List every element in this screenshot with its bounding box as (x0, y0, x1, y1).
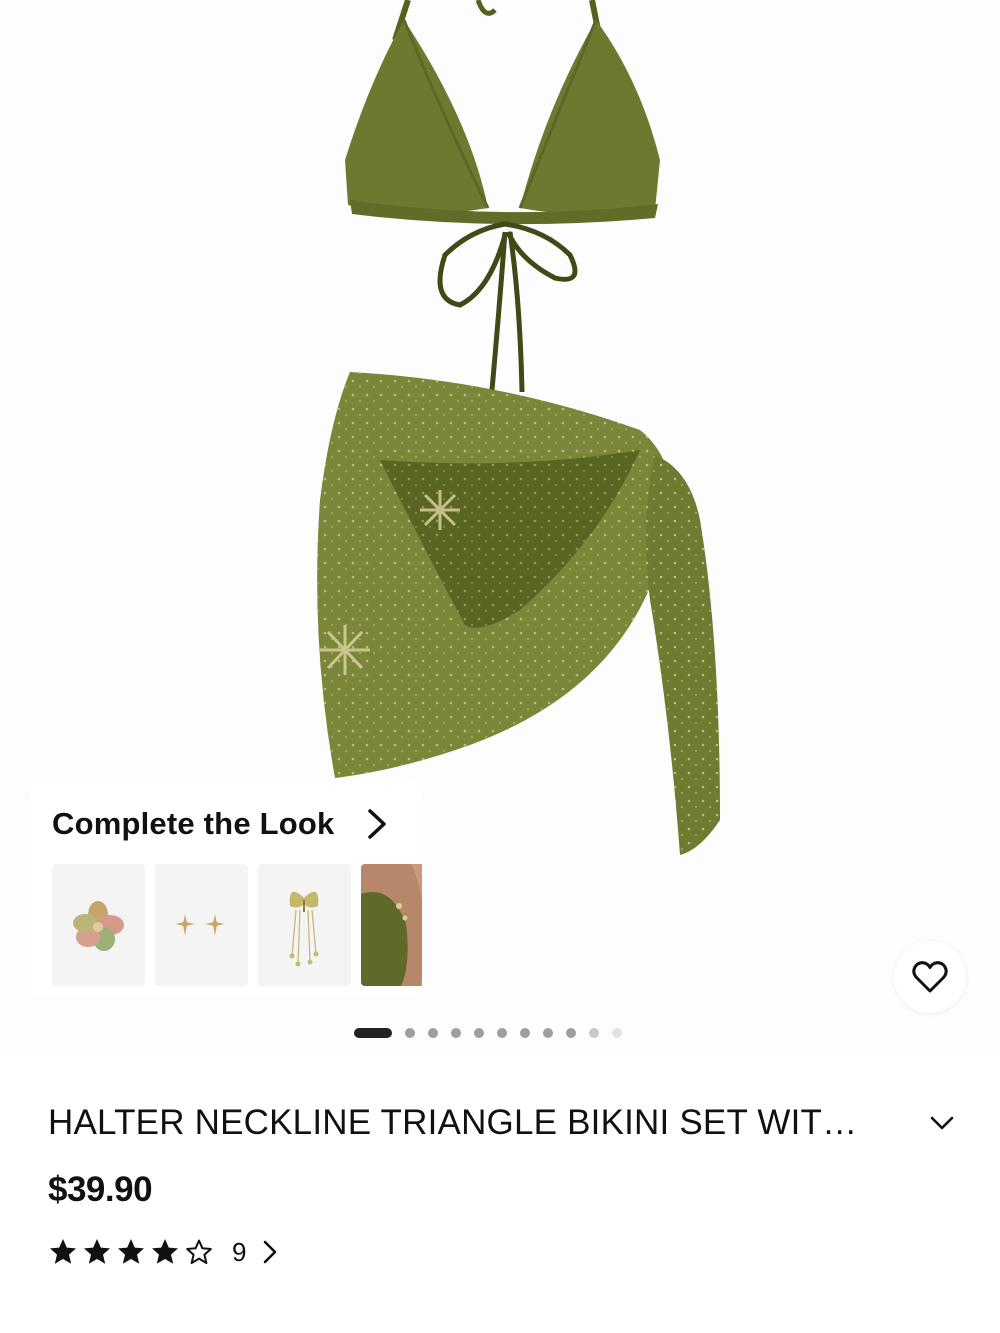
carousel-dot[interactable] (566, 1028, 576, 1038)
star-filled-icon (152, 1239, 178, 1264)
thumbnail-flower-hair-clip[interactable] (52, 864, 145, 986)
complete-the-look-thumbnails (52, 864, 422, 986)
carousel-dot[interactable] (474, 1028, 484, 1038)
carousel-dot[interactable] (589, 1028, 599, 1038)
carousel-dot[interactable] (543, 1028, 553, 1038)
flower-clip-icon (73, 901, 124, 951)
review-count: 9 (232, 1236, 247, 1267)
chevron-down-icon (930, 1116, 954, 1130)
carousel-dot[interactable] (428, 1028, 438, 1038)
carousel-dot[interactable] (405, 1028, 415, 1038)
product-info: HALTER NECKLINE TRIANGLE BIKINI SET WIT…… (0, 1050, 1000, 1333)
product-title-row[interactable]: HALTER NECKLINE TRIANGLE BIKINI SET WIT… (48, 1098, 968, 1148)
expand-title-button[interactable] (924, 1105, 960, 1141)
star-filled-icon (118, 1239, 144, 1264)
complete-the-look-panel: Complete the Look (30, 782, 422, 996)
product-price: $39.90 (48, 1170, 153, 1209)
star-rating (48, 1237, 214, 1267)
carousel-dot-active[interactable] (354, 1028, 392, 1038)
carousel-pagination (354, 1026, 622, 1040)
wishlist-button[interactable] (894, 941, 966, 1013)
carousel-dot[interactable] (612, 1028, 622, 1038)
carousel-dot[interactable] (497, 1028, 507, 1038)
product-image-gallery[interactable]: Complete the Look (0, 0, 1000, 1050)
thumbnail-butterfly-tassel-earrings[interactable] (258, 864, 351, 986)
complete-the-look-header[interactable]: Complete the Look (52, 804, 390, 844)
carousel-dot[interactable] (520, 1028, 530, 1038)
flower-earrings-icon (175, 914, 225, 936)
complete-the-look-title: Complete the Look (52, 806, 335, 841)
star-filled-icon (50, 1239, 76, 1264)
butterfly-earrings-icon (289, 891, 319, 967)
model-photo-icon (361, 864, 422, 986)
star-outline-icon (186, 1239, 212, 1264)
thumbnail-flower-stud-earrings[interactable] (155, 864, 248, 986)
chevron-right-icon[interactable] (364, 807, 390, 841)
heart-icon (912, 961, 948, 993)
thumbnail-model-wearing-set[interactable] (361, 864, 422, 986)
star-filled-icon (84, 1239, 110, 1264)
carousel-dot[interactable] (451, 1028, 461, 1038)
chevron-right-icon[interactable] (262, 1239, 278, 1265)
rating-row[interactable]: 9 (48, 1236, 278, 1268)
product-title: HALTER NECKLINE TRIANGLE BIKINI SET WIT… (48, 1103, 858, 1142)
